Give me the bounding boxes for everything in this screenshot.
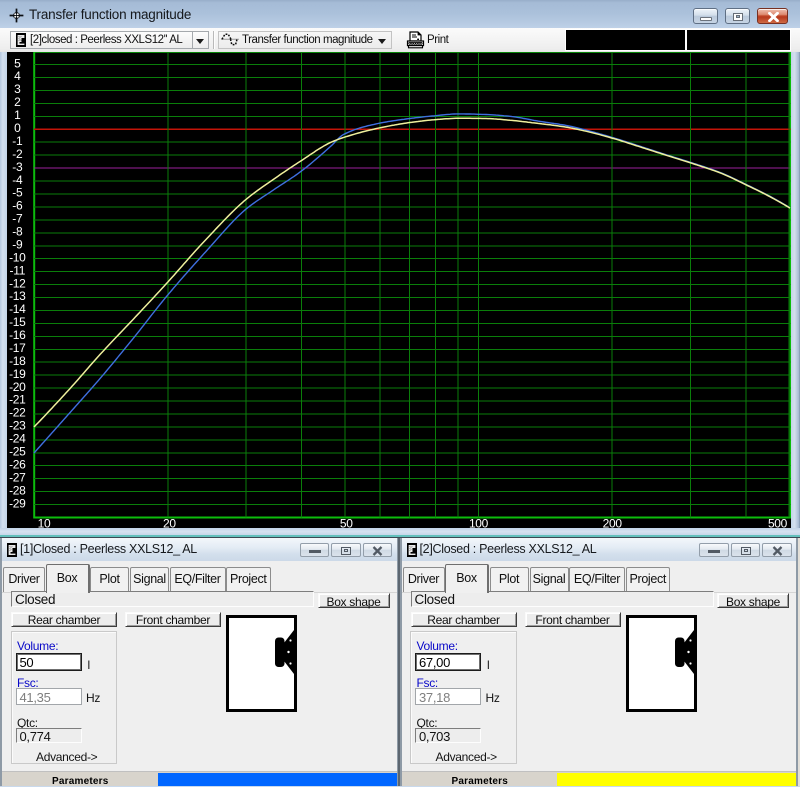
svg-text:3: 3: [14, 82, 21, 96]
svg-text:-1: -1: [12, 134, 23, 148]
svg-text:-23: -23: [9, 419, 26, 433]
svg-text:-21: -21: [9, 393, 26, 407]
svg-text:-24: -24: [9, 432, 26, 446]
svg-text:-28: -28: [9, 483, 26, 497]
svg-text:100: 100: [468, 516, 488, 528]
svg-text:50: 50: [339, 516, 352, 528]
svg-text:-12: -12: [9, 276, 26, 290]
svg-text:-4: -4: [12, 173, 23, 187]
svg-text:-14: -14: [9, 302, 26, 316]
svg-text:-26: -26: [9, 457, 26, 471]
svg-text:5: 5: [14, 56, 21, 70]
svg-text:-25: -25: [9, 445, 26, 459]
svg-text:-5: -5: [12, 186, 23, 200]
svg-text:500: 500: [767, 516, 787, 528]
svg-text:0: 0: [14, 121, 21, 135]
svg-text:10: 10: [37, 516, 50, 528]
svg-text:-22: -22: [9, 406, 26, 420]
svg-text:4: 4: [14, 69, 21, 83]
svg-text:-11: -11: [9, 263, 25, 277]
svg-text:-20: -20: [9, 380, 26, 394]
svg-text:1: 1: [14, 108, 21, 122]
svg-text:-27: -27: [9, 470, 26, 484]
svg-text:200: 200: [602, 516, 622, 528]
svg-text:-10: -10: [9, 250, 26, 264]
svg-text:-29: -29: [9, 496, 26, 510]
svg-text:-9: -9: [12, 238, 23, 252]
svg-text:-7: -7: [12, 212, 23, 226]
svg-text:-17: -17: [9, 341, 26, 355]
svg-text:-2: -2: [12, 147, 23, 161]
svg-text:2: 2: [14, 95, 21, 109]
svg-text:-3: -3: [12, 160, 23, 174]
svg-text:-6: -6: [12, 199, 23, 213]
svg-text:-19: -19: [9, 367, 26, 381]
svg-text:-13: -13: [9, 289, 26, 303]
svg-text:-16: -16: [9, 328, 26, 342]
svg-text:-8: -8: [12, 225, 23, 239]
svg-text:-18: -18: [9, 354, 26, 368]
svg-text:-15: -15: [9, 315, 26, 329]
svg-text:20: 20: [163, 516, 176, 528]
